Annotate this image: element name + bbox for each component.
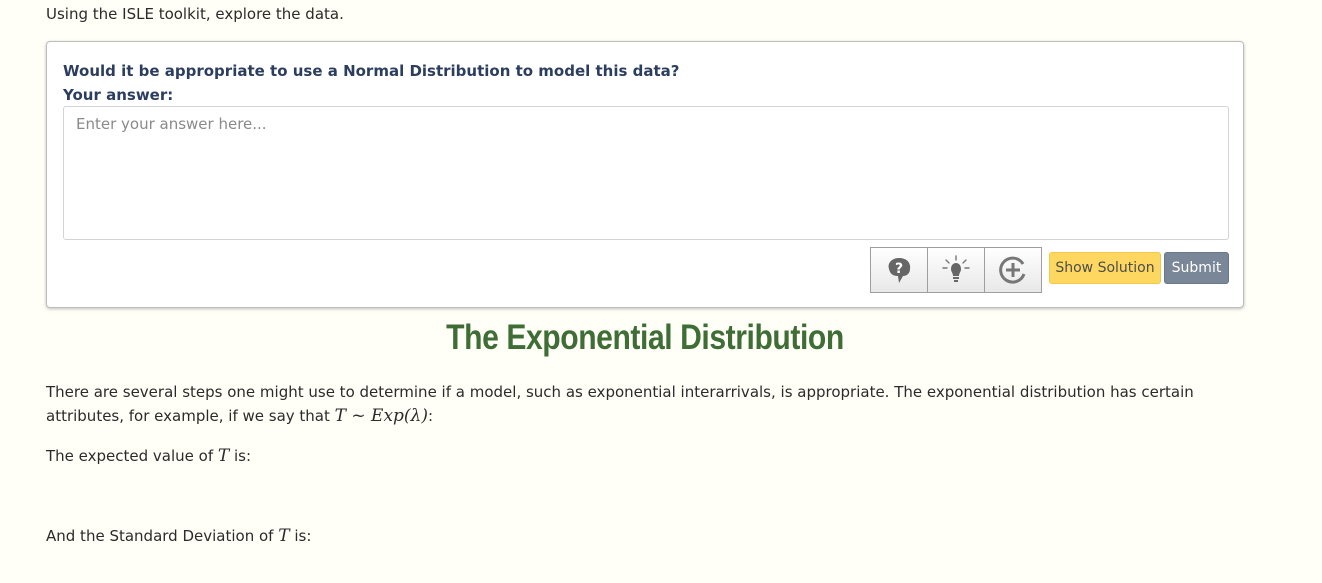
section-title: The Exponential Distribution — [446, 318, 844, 357]
paragraph-text: There are several steps one might use to… — [46, 383, 1194, 425]
brain-question-icon: ? — [888, 258, 911, 283]
intro-paragraph: There are several steps one might use to… — [46, 380, 1206, 428]
paragraph-end: is: — [294, 527, 312, 545]
expected-value-paragraph: The expected value of T is: — [46, 444, 251, 468]
answer-textarea[interactable] — [63, 106, 1229, 240]
std-dev-paragraph: And the Standard Deviation of T is: — [46, 524, 311, 548]
lightbulb-icon — [942, 255, 970, 282]
svg-text:?: ? — [895, 261, 903, 277]
question-toolbar: ? — [870, 247, 1042, 293]
paragraph-punctuation: : — [427, 407, 434, 425]
math-variable: T — [217, 446, 230, 466]
hint-button[interactable] — [927, 247, 985, 293]
paragraph-text: The expected value of — [46, 447, 214, 465]
add-button[interactable] — [984, 247, 1042, 293]
submit-button[interactable]: Submit — [1164, 252, 1229, 284]
math-expression: T ~ Exp(λ) — [334, 406, 428, 426]
page: Using the ISLE toolkit, explore the data… — [0, 0, 1322, 583]
question-card: Would it be appropriate to use a Normal … — [46, 41, 1244, 308]
help-button[interactable]: ? — [870, 247, 928, 293]
answer-label: Your answer: — [63, 86, 174, 104]
paragraph-end: is: — [234, 447, 252, 465]
math-variable: T — [278, 526, 290, 546]
show-solution-button[interactable]: Show Solution — [1049, 252, 1161, 284]
intro-text: Using the ISLE toolkit, explore the data… — [46, 5, 344, 23]
plus-circle-icon — [999, 256, 1026, 284]
question-text: Would it be appropriate to use a Normal … — [63, 62, 680, 80]
paragraph-text: And the Standard Deviation of — [46, 527, 274, 545]
